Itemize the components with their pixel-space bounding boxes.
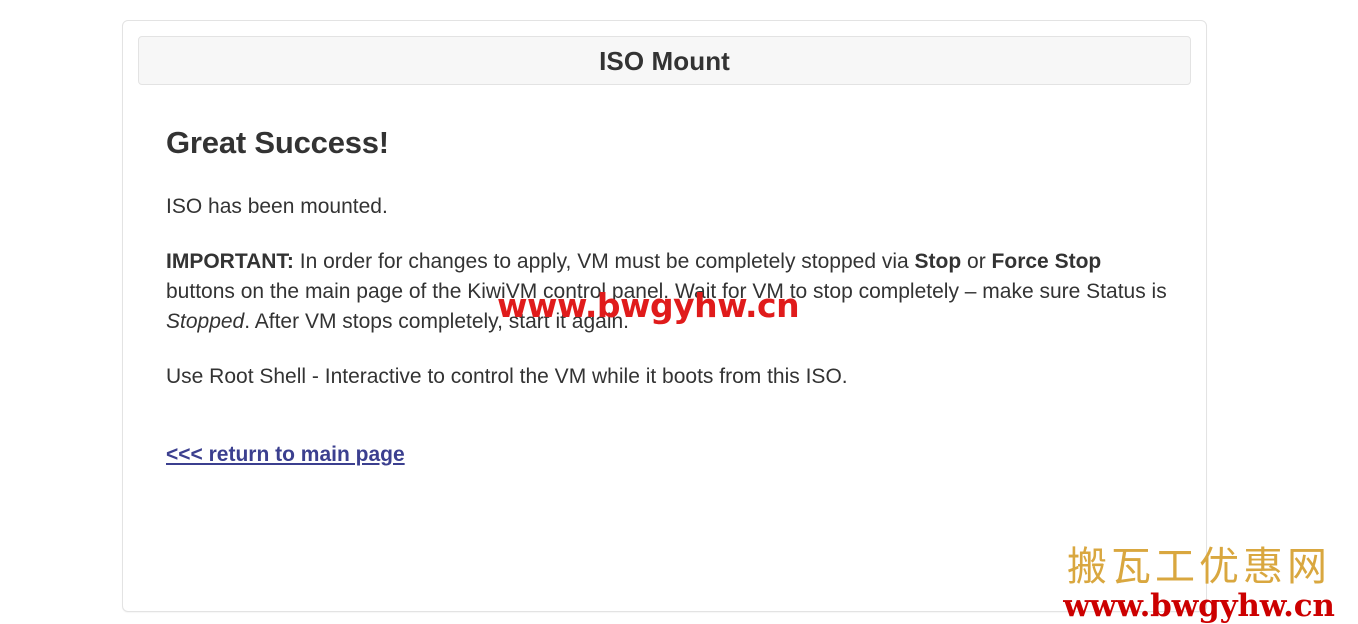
important-text-part-1: In order for changes to apply, VM must b… bbox=[293, 249, 915, 273]
stop-button-name: Stop bbox=[914, 249, 962, 273]
important-label: IMPORTANT: bbox=[166, 249, 294, 273]
return-to-main-page-link[interactable]: <<< return to main page bbox=[166, 442, 405, 467]
important-text-part-4: . After VM stops completely, start it ag… bbox=[244, 309, 630, 333]
page-title: ISO Mount bbox=[599, 45, 730, 76]
important-text-part-3: buttons on the main page of the KiwiVM c… bbox=[166, 279, 1167, 303]
root-shell-instruction: Use Root Shell - Interactive to control … bbox=[166, 365, 848, 389]
panel-heading: ISO Mount bbox=[138, 36, 1191, 85]
iso-mount-panel: ISO Mount Great Success! ISO has been mo… bbox=[122, 20, 1207, 612]
panel-body: Great Success! ISO has been mounted. IMP… bbox=[166, 125, 1170, 467]
success-heading: Great Success! bbox=[166, 125, 389, 160]
important-paragraph: IMPORTANT: In order for changes to apply… bbox=[166, 247, 1170, 336]
mounted-status-text: ISO has been mounted. bbox=[166, 195, 388, 219]
force-stop-button-name: Force Stop bbox=[991, 249, 1102, 273]
important-text-part-2: or bbox=[961, 249, 992, 273]
status-stopped-emphasis: Stopped bbox=[166, 309, 245, 333]
